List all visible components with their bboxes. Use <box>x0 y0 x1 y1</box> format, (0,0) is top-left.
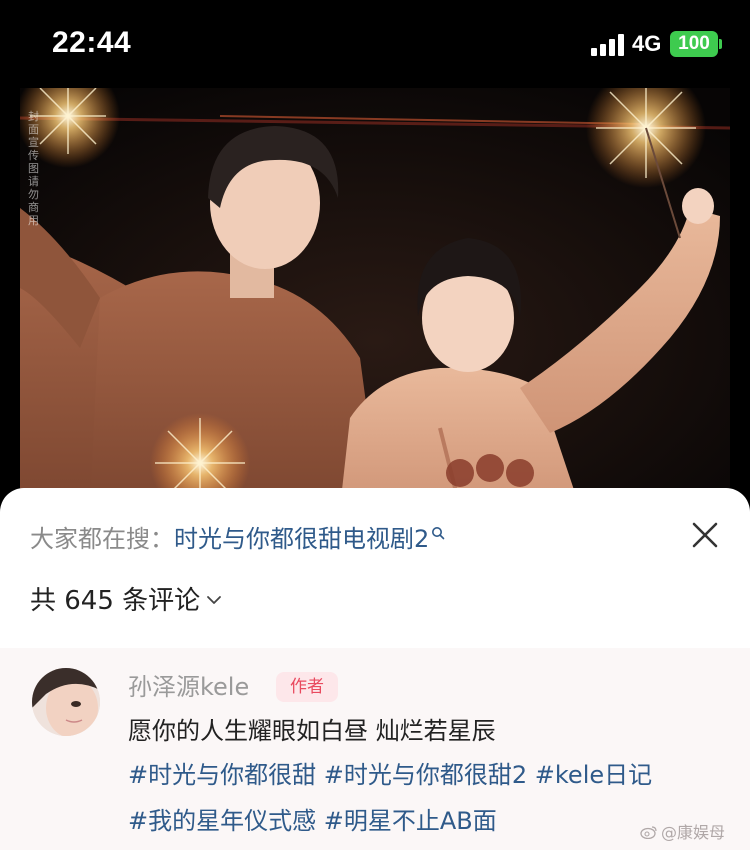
hashtag-link[interactable]: #时光与你都很甜2 <box>324 761 527 789</box>
trending-search[interactable]: 大家都在搜：时光与你都很甜电视剧2 <box>30 524 445 554</box>
photo-illustration <box>20 88 730 508</box>
hashtag-link[interactable]: #明星不止AB面 <box>324 807 497 835</box>
comment-count-sort[interactable]: 共 645 条评论 <box>30 585 222 617</box>
weibo-watermark: @康娱母 <box>640 822 725 844</box>
search-icon <box>432 527 445 540</box>
avatar[interactable] <box>32 668 100 736</box>
battery-tip <box>719 39 722 49</box>
battery-icon: 100 <box>670 31 718 57</box>
close-icon[interactable] <box>690 520 720 550</box>
hashtag-link[interactable]: #kele日记 <box>535 761 652 789</box>
trending-search-prefix: 大家都在搜： <box>30 525 174 553</box>
post-photo[interactable]: 封面宣传图 请勿商用 <box>20 88 730 508</box>
comment-item[interactable]: 孙泽源kele 作者 愿你的人生耀眼如白昼 灿烂若星辰 #时光与你都很甜 #时光… <box>0 648 750 850</box>
trending-search-term[interactable]: 时光与你都很甜电视剧2 <box>174 525 429 553</box>
comments-sheet: 大家都在搜：时光与你都很甜电视剧2 共 645 条评论 孙泽源kele 作者 愿… <box>0 488 750 850</box>
author-badge: 作者 <box>276 672 338 702</box>
status-bar: 22:44 4G 100 <box>0 0 750 88</box>
watermark-text: @康娱母 <box>661 823 726 842</box>
comment-text: 愿你的人生耀眼如白昼 灿烂若星辰 <box>128 717 496 745</box>
hashtag-link[interactable]: #时光与你都很甜 <box>128 761 316 789</box>
signal-strength-icon <box>591 34 625 56</box>
clock: 22:44 <box>52 26 132 59</box>
comment-tags-line: #时光与你都很甜 #时光与你都很甜2 #kele日记 <box>128 760 652 790</box>
network-type: 4G <box>632 31 662 56</box>
hashtag-link[interactable]: #我的星年仪式感 <box>128 807 316 835</box>
comment-count: 共 645 条评论 <box>30 586 201 616</box>
chevron-down-icon <box>207 595 222 604</box>
weibo-icon <box>640 826 657 839</box>
comment-tags-line: #我的星年仪式感 #明星不止AB面 <box>128 806 497 836</box>
photo-vertical-watermark: 封面宣传图 请勿商用 <box>28 110 39 227</box>
comment-username[interactable]: 孙泽源kele <box>128 671 249 703</box>
